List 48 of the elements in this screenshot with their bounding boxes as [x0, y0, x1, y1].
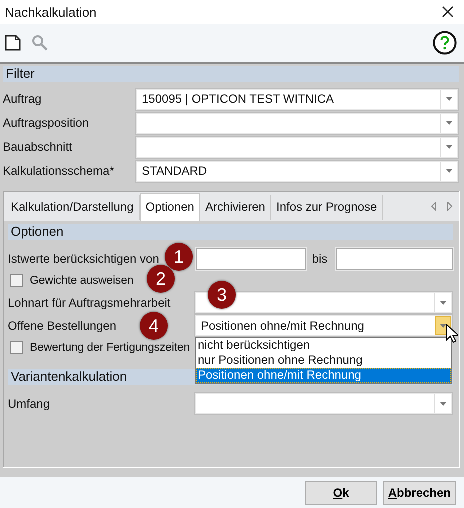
field-label: Offene Bestellungen: [8, 318, 117, 332]
caret-icon: [440, 324, 446, 328]
scroll-left-icon[interactable]: [431, 202, 437, 211]
dropdown-field[interactable]: [195, 393, 452, 414]
checkbox[interactable]: [10, 274, 23, 287]
input-field[interactable]: [336, 248, 453, 270]
caret-icon: [446, 169, 452, 173]
section-header: Optionen: [8, 224, 453, 240]
field-label: Auftrag: [3, 92, 43, 106]
number-badge: 1: [165, 243, 193, 271]
dropdown-field[interactable]: [136, 112, 458, 134]
field-label: Auftragsposition: [3, 116, 90, 130]
dropdown-field[interactable]: 150095 | OPTICON TEST WITNICA: [136, 88, 458, 110]
caret-icon: [446, 145, 452, 149]
input-field[interactable]: [196, 248, 306, 270]
field-label: Umfang: [8, 396, 50, 410]
window-title: Nachkalkulation: [5, 4, 97, 20]
tab[interactable]: Infos zur Prognose: [271, 195, 384, 220]
dialog-button[interactable]: Ok: [305, 480, 378, 504]
field-label: Lohnart für Auftragsmehrarbeit: [8, 296, 171, 310]
checkbox[interactable]: [10, 341, 23, 354]
caret-icon: [446, 97, 452, 101]
dialog-button[interactable]: Abbrechen: [383, 480, 456, 504]
dropdown-option[interactable]: nicht berücksichtigen: [196, 338, 451, 353]
number-badge: 4: [140, 312, 168, 340]
field-label: Kalkulationsschema*: [3, 164, 116, 178]
caret-icon: [440, 402, 446, 406]
dropdown-option[interactable]: nur Positionen ohne Rechnung: [196, 353, 451, 368]
search-icon[interactable]: [32, 35, 48, 51]
close-icon[interactable]: [442, 6, 454, 18]
caret-icon: [446, 121, 452, 125]
new-document-icon[interactable]: [5, 35, 21, 51]
checkbox-label: Gewichte ausweisen: [30, 274, 134, 286]
dropdown-option[interactable]: Positionen ohne/mit Rechnung: [196, 368, 451, 383]
tab[interactable]: Optionen: [140, 193, 200, 221]
scroll-right-icon[interactable]: [447, 202, 453, 211]
caret-icon: [440, 300, 446, 304]
field-label: Istwerte berücksichtigen von: [8, 252, 160, 266]
field-label: Bauabschnitt: [3, 140, 74, 154]
tab[interactable]: Archivieren: [200, 195, 272, 220]
field-label: bis: [311, 252, 329, 266]
number-badge: 2: [147, 265, 175, 293]
section-header: Filter: [3, 66, 459, 82]
help-icon[interactable]: [433, 31, 457, 55]
dropdown-field[interactable]: STANDARD: [136, 160, 458, 182]
number-badge: 3: [208, 281, 236, 309]
checkbox-label: Bewertung der Fertigungszeiten: [30, 342, 190, 354]
dropdown-field[interactable]: [136, 136, 458, 158]
